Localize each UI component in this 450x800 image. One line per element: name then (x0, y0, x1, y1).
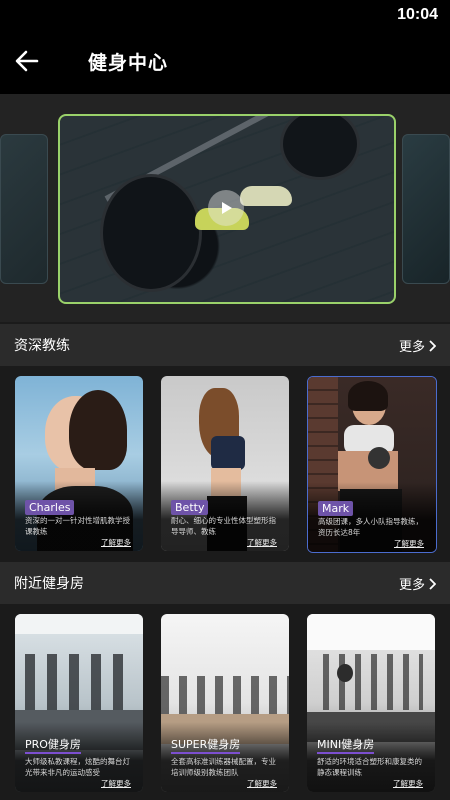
coaches-section-header: 资深教练 更多 (0, 324, 450, 366)
learn-more-link[interactable]: 了解更多 (394, 538, 424, 549)
gym-name: PRO健身房 (25, 736, 81, 754)
section-title: 资深教练 (14, 338, 70, 354)
coaches-more-link[interactable]: 更多 (399, 336, 436, 355)
arrow-left-icon (15, 50, 39, 72)
gym-name: SUPER健身房 (171, 736, 241, 754)
play-icon (222, 202, 232, 214)
coach-name: Charles (25, 500, 75, 515)
learn-more-link[interactable]: 了解更多 (101, 537, 131, 548)
page-title: 健身中心 (88, 52, 169, 74)
section-title: 附近健身房 (14, 576, 84, 592)
coach-name: Betty (171, 500, 209, 515)
learn-more-link[interactable]: 了解更多 (247, 778, 277, 789)
banner-video-card[interactable] (58, 114, 396, 304)
status-bar: 10:04 (0, 0, 450, 30)
more-label: 更多 (398, 578, 425, 593)
coach-card[interactable]: Betty 耐心、细心的专业性体型塑形指导导师、教练 了解更多 (161, 376, 289, 551)
carousel-next-card[interactable] (402, 134, 450, 284)
gym-card[interactable]: PRO健身房 大师级私教课程，炫酷的舞台灯光带来非凡的运动感受 了解更多 (15, 614, 143, 792)
learn-more-link[interactable]: 了解更多 (247, 537, 277, 548)
more-label: 更多 (398, 340, 425, 355)
carousel-prev-card[interactable] (0, 134, 48, 284)
gym-name: MINI健身房 (317, 736, 375, 754)
coach-card[interactable]: Mark 高级团课，多人小队指导教练，资历长达8年 了解更多 (307, 376, 437, 553)
chevron-right-icon (429, 577, 436, 590)
banner-plate-image (100, 174, 202, 292)
play-button[interactable] (208, 190, 244, 226)
gym-card[interactable]: SUPER健身房 全套高标准训练器械配置，专业培训师级别教练团队 了解更多 (161, 614, 289, 792)
coach-name: Mark (318, 501, 354, 516)
gym-desc: 大师级私教课程，炫酷的舞台灯光带来非凡的运动感受 (25, 757, 130, 777)
app-bar: 健身中心 (0, 30, 450, 94)
gym-card[interactable]: MINI健身房 舒适的环境适合塑形和康复类的静态课程训练 了解更多 (307, 614, 435, 792)
coach-desc: 耐心、细心的专业性体型塑形指导导师、教练 (171, 516, 276, 536)
chevron-right-icon (429, 339, 436, 352)
status-time: 10:04 (397, 6, 438, 23)
gym-desc: 全套高标准训练器械配置，专业培训师级别教练团队 (171, 757, 276, 777)
coach-card[interactable]: Charles 资深的一对一针对性增肌教学授课教练 了解更多 (15, 376, 143, 551)
gyms-section-header: 附近健身房 更多 (0, 562, 450, 604)
gym-desc: 舒适的环境适合塑形和康复类的静态课程训练 (317, 757, 422, 777)
banner-carousel[interactable] (0, 94, 450, 322)
banner-shoe-image (240, 186, 292, 206)
learn-more-link[interactable]: 了解更多 (393, 778, 423, 789)
coach-desc: 高级团课，多人小队指导教练，资历长达8年 (318, 517, 423, 537)
gyms-more-link[interactable]: 更多 (399, 574, 436, 593)
coach-desc: 资深的一对一针对性增肌教学授课教练 (25, 516, 130, 536)
learn-more-link[interactable]: 了解更多 (101, 778, 131, 789)
back-button[interactable] (12, 46, 42, 76)
banner-plate-image (280, 116, 360, 180)
